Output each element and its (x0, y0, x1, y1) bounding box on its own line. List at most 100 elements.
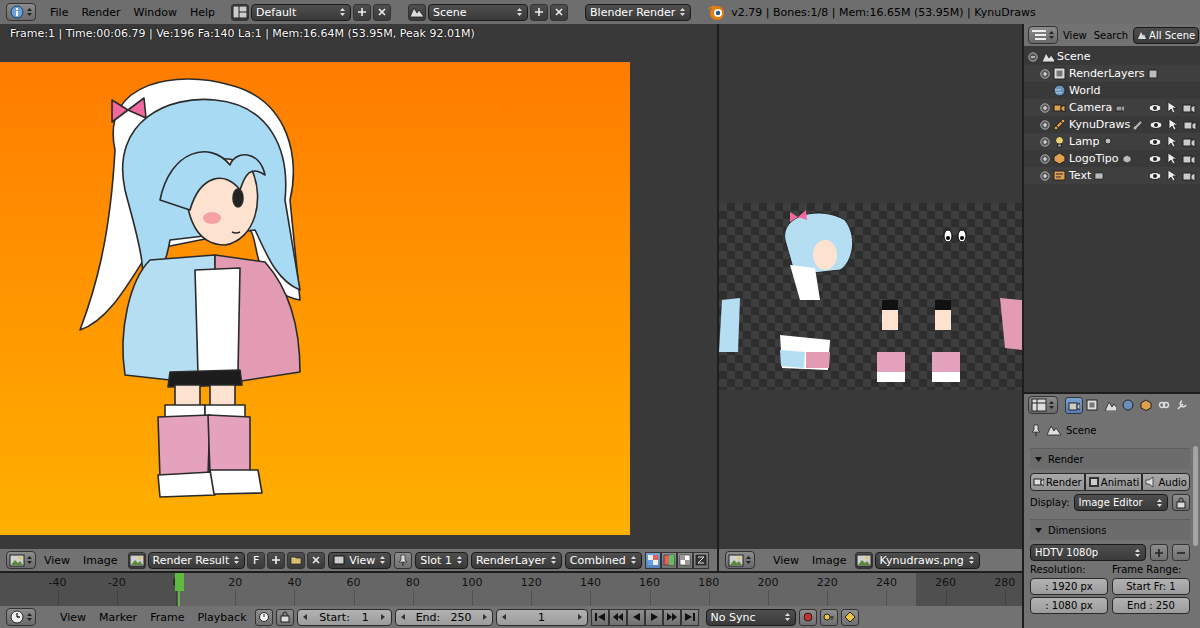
outliner-label[interactable]: Lamp (1069, 135, 1100, 148)
visibility-icon[interactable] (1148, 101, 1162, 115)
visibility-icon[interactable] (1148, 169, 1162, 183)
jump-start-button[interactable] (591, 609, 609, 626)
outliner-label[interactable]: KynuDraws (1069, 118, 1130, 131)
delete-layout-button[interactable] (373, 4, 391, 21)
add-preset-button[interactable] (1150, 544, 1168, 561)
channel-2-button[interactable] (677, 552, 693, 569)
play-reverse-button[interactable] (627, 609, 645, 626)
menu-item[interactable]: Help (185, 4, 220, 21)
lock-range-button[interactable] (276, 609, 294, 626)
render-action-button[interactable]: Render (1030, 473, 1085, 491)
render-layer-selector[interactable]: RenderLayer (471, 552, 562, 569)
channel-0-button[interactable] (645, 552, 661, 569)
outliner-row[interactable]: World (1024, 82, 1200, 99)
selectability-icon[interactable] (1165, 135, 1179, 149)
image-name-field[interactable]: Render Result (148, 552, 246, 569)
previous-keyframe-button[interactable] (609, 609, 627, 626)
preview-range-button[interactable] (255, 609, 273, 626)
frame-end-field[interactable]: End : 250 (1112, 597, 1190, 614)
outliner-label[interactable]: Camera (1069, 101, 1112, 114)
expand-toggle-icon[interactable] (1040, 154, 1050, 164)
image-editor-selector[interactable] (725, 551, 755, 569)
expand-toggle-icon[interactable] (1040, 137, 1050, 147)
delete-scene-button[interactable] (550, 4, 568, 21)
image-browse-button[interactable] (855, 552, 873, 569)
visibility-icon[interactable] (1148, 152, 1162, 166)
outliner-label[interactable]: RenderLayers (1069, 67, 1145, 80)
outliner-row[interactable]: Text (1024, 167, 1200, 184)
image-browse-button[interactable] (128, 552, 146, 569)
outliner-editor-selector[interactable] (1028, 26, 1058, 44)
panel-header[interactable]: Dimensions (1030, 520, 1190, 540)
visibility-icon[interactable] (1149, 118, 1163, 132)
outliner-label[interactable]: LogoTipo (1069, 152, 1119, 165)
context-tab-1-button[interactable] (1083, 397, 1101, 414)
menu-item[interactable]: Image (78, 552, 122, 569)
scene-selector[interactable]: Scene (428, 4, 528, 21)
keying-set-button[interactable] (820, 609, 838, 626)
menu-item[interactable]: View (1061, 28, 1089, 43)
context-tab-4-button[interactable] (1137, 397, 1155, 414)
render-action-button[interactable]: Animati (1085, 473, 1143, 491)
info-editor-selector[interactable] (6, 3, 36, 21)
channel-3-button[interactable] (693, 552, 709, 569)
menu-item[interactable]: Window (129, 4, 182, 21)
resolution-x-field[interactable]: : 1920 px (1030, 578, 1108, 595)
next-keyframe-button[interactable] (663, 609, 681, 626)
visibility-icon[interactable] (1148, 135, 1162, 149)
selectability-icon[interactable] (1165, 101, 1179, 115)
outliner-row[interactable]: LogoTipo (1024, 150, 1200, 167)
channel-1-button[interactable] (661, 552, 677, 569)
timeline-track[interactable]: -40-200204060801001201401601802002202402… (0, 573, 1022, 606)
new-image-button[interactable] (267, 552, 285, 569)
jump-end-button[interactable] (681, 609, 699, 626)
menu-item[interactable]: View (768, 552, 804, 569)
renderability-icon[interactable] (1182, 152, 1196, 166)
expand-toggle-icon[interactable] (1028, 52, 1038, 62)
renderability-icon[interactable] (1183, 118, 1197, 132)
properties-editor-selector[interactable] (1028, 396, 1058, 414)
renderability-icon[interactable] (1182, 135, 1196, 149)
add-layout-button[interactable] (353, 4, 371, 21)
menu-item[interactable]: Playback (192, 609, 251, 626)
selectability-icon[interactable] (1165, 169, 1179, 183)
menu-item[interactable]: Marker (94, 609, 142, 626)
record-button[interactable] (799, 609, 817, 626)
menu-item[interactable]: View (55, 609, 91, 626)
render-pass-selector[interactable]: Combined (565, 552, 642, 569)
frame-start-field[interactable]: Start Fr: 1 (1112, 578, 1190, 595)
menu-item[interactable]: Image (807, 552, 851, 569)
render-engine-selector[interactable]: Blender Render (585, 4, 691, 21)
menu-item[interactable]: Frame (145, 609, 189, 626)
menu-item[interactable]: File (45, 4, 73, 21)
open-image-button[interactable] (287, 552, 305, 569)
menu-item[interactable]: Render (76, 4, 125, 21)
outliner-row[interactable]: RenderLayers (1024, 65, 1200, 82)
lock-interface-button[interactable] (1172, 494, 1190, 511)
panel-header[interactable]: Render (1030, 449, 1190, 469)
current-frame-field[interactable]: 1 (496, 609, 588, 626)
selectability-icon[interactable] (1166, 118, 1180, 132)
context-tab-5-button[interactable] (1155, 397, 1173, 414)
expand-toggle-icon[interactable] (1040, 69, 1050, 79)
pin-image-button[interactable] (394, 552, 412, 569)
expand-toggle-icon[interactable] (1040, 103, 1050, 113)
context-tab-6-button[interactable] (1173, 397, 1191, 414)
outliner-label[interactable]: Text (1069, 169, 1091, 182)
render-preset-selector[interactable]: HDTV 1080p (1030, 544, 1146, 561)
menu-item[interactable]: Search (1092, 28, 1130, 43)
outliner-label[interactable]: World (1069, 84, 1101, 97)
outliner-row[interactable]: Lamp (1024, 133, 1200, 150)
outliner-row[interactable]: KynuDraws (1024, 116, 1200, 133)
selectability-icon[interactable] (1165, 152, 1179, 166)
resolution-y-field[interactable]: : 1080 px (1030, 597, 1108, 614)
expand-toggle-icon[interactable] (1040, 120, 1050, 130)
image-name-field[interactable]: Kynudraws.png (875, 552, 980, 569)
timeline-editor-selector[interactable] (6, 608, 36, 626)
renderability-icon[interactable] (1182, 169, 1196, 183)
context-tab-2-button[interactable] (1101, 397, 1119, 414)
view-mode-selector[interactable]: View (328, 552, 391, 569)
sync-mode-selector[interactable]: No Sync (706, 609, 796, 626)
insert-keyframe-button[interactable] (841, 609, 859, 626)
play-button[interactable] (645, 609, 663, 626)
